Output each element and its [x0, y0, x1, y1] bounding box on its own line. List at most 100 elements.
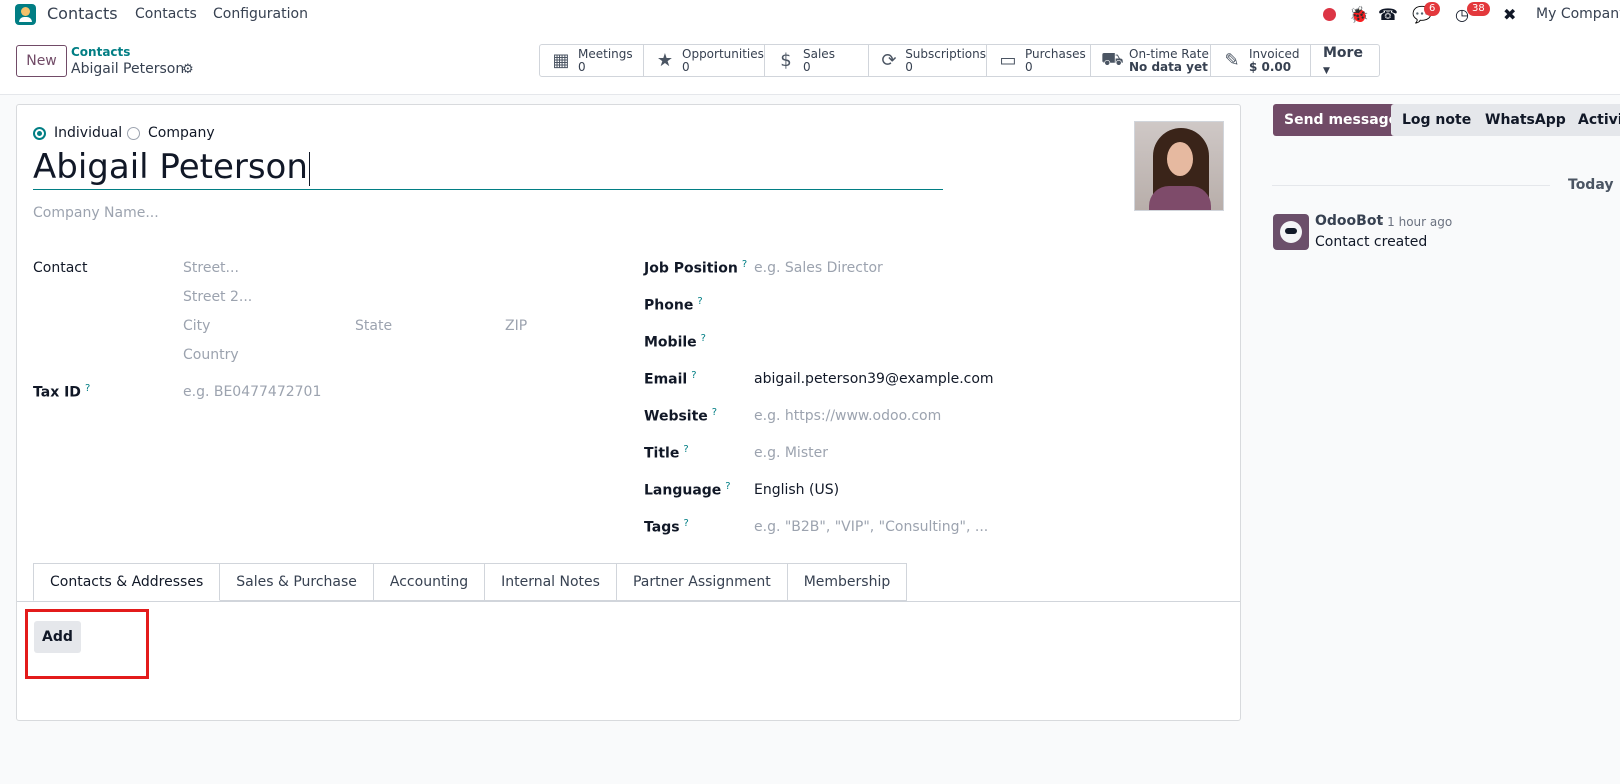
smart-value: 0 [578, 59, 586, 74]
contacts-app-icon[interactable] [15, 4, 36, 25]
form-sheet: Individual Company Abigail Peterson Comp… [16, 104, 1241, 721]
message-author[interactable]: OdooBot [1315, 213, 1383, 229]
help-icon[interactable]: ? [712, 407, 717, 418]
job-position-input[interactable]: e.g. Sales Director [754, 260, 883, 276]
dollar-icon: $ [780, 50, 792, 71]
contact-label: Contact [33, 260, 88, 276]
smart-button-purchases[interactable]: ▭ Purchases 0 [987, 45, 1091, 76]
radio-label: Company [148, 125, 215, 141]
city-input[interactable]: City [183, 318, 210, 334]
mobile-label: Mobile? [644, 333, 706, 351]
taxid-text: Tax ID [33, 384, 81, 401]
smart-button-opportunities[interactable]: ★ Opportunities 0 [644, 45, 765, 76]
smart-button-meetings[interactable]: ▦ Meetings 0 [540, 45, 644, 76]
control-panel: New Contacts Abigail Peterson ⚙ ▦ Meetin… [0, 29, 1620, 95]
tab-membership[interactable]: Membership [787, 563, 908, 601]
taxid-input[interactable]: e.g. BE0477472701 [183, 384, 321, 400]
help-icon[interactable]: ? [725, 481, 730, 492]
phone-text: Phone [644, 297, 694, 314]
refresh-icon: ⟳ [881, 50, 897, 71]
date-separator [1272, 185, 1550, 186]
text-caret [308, 151, 310, 186]
tab-divider [17, 601, 1240, 602]
mobile-text: Mobile [644, 334, 697, 351]
message-body: Contact created [1315, 234, 1428, 250]
smart-label: Subscriptions [905, 46, 986, 61]
help-icon[interactable]: ? [697, 296, 702, 307]
odoobot-avatar[interactable] [1273, 214, 1309, 250]
help-icon[interactable]: ? [683, 444, 688, 455]
caret-down-icon: ▼ [1323, 65, 1330, 76]
bug-icon[interactable]: 🐞 [1349, 5, 1369, 24]
notebook-tabs: Contacts & Addresses Sales & Purchase Ac… [33, 563, 908, 601]
country-input[interactable]: Country [183, 347, 239, 363]
smart-value: 0 [1025, 59, 1033, 74]
tags-input[interactable]: e.g. "B2B", "VIP", "Consulting", ... [754, 519, 988, 535]
taxid-label: Tax ID? [33, 383, 90, 401]
menu-configuration[interactable]: Configuration [213, 6, 308, 22]
zip-input[interactable]: ZIP [505, 318, 527, 334]
job-position-label: Job Position? [644, 259, 747, 277]
smart-button-sales[interactable]: $ Sales 0 [765, 45, 869, 76]
smart-value: 0 [682, 59, 690, 74]
tab-sales-purchase[interactable]: Sales & Purchase [220, 563, 374, 601]
language-select[interactable]: English (US) [754, 482, 839, 498]
credit-card-icon: ▭ [999, 50, 1017, 71]
email-label: Email? [644, 370, 697, 388]
smart-value: $ 0.00 [1249, 59, 1292, 74]
job-text: Job Position [644, 260, 738, 277]
chat-badge: 6 [1424, 2, 1441, 16]
company-name-input[interactable]: Company Name... [33, 205, 159, 221]
smart-button-subscriptions[interactable]: ⟳ Subscriptions 0 [869, 45, 987, 76]
smart-label: On-time Rate [1129, 46, 1209, 61]
log-note-button[interactable]: Log note [1391, 104, 1483, 136]
tab-accounting[interactable]: Accounting [373, 563, 486, 601]
smart-button-invoiced[interactable]: ✎ Invoiced $ 0.00 [1211, 45, 1311, 76]
recording-icon[interactable] [1323, 8, 1336, 21]
email-input[interactable]: abigail.peterson39@example.com [754, 371, 994, 387]
help-icon[interactable]: ? [701, 333, 706, 344]
pencil-square-icon: ✎ [1224, 50, 1240, 71]
star-icon: ★ [656, 50, 674, 71]
contact-avatar[interactable] [1134, 121, 1224, 211]
breadcrumb-parent[interactable]: Contacts [71, 45, 130, 59]
more-label: More [1323, 44, 1363, 61]
smart-label: Purchases [1025, 46, 1086, 61]
language-label: Language? [644, 481, 731, 499]
gear-icon[interactable]: ⚙ [182, 62, 194, 77]
app-name[interactable]: Contacts [47, 4, 118, 23]
contact-name-input[interactable]: Abigail Peterson [33, 145, 943, 190]
tab-contacts-addresses[interactable]: Contacts & Addresses [33, 563, 221, 601]
smart-value: 0 [905, 59, 913, 74]
smart-label: Invoiced [1249, 46, 1300, 61]
menu-contacts[interactable]: Contacts [135, 6, 197, 22]
help-icon[interactable]: ? [684, 518, 689, 529]
tab-partner-assignment[interactable]: Partner Assignment [616, 563, 788, 601]
smart-button-ontime-rate[interactable]: ⛟ On-time Rate No data yet [1091, 45, 1211, 76]
title-input[interactable]: e.g. Mister [754, 445, 828, 461]
tab-internal-notes[interactable]: Internal Notes [485, 563, 617, 601]
phone-icon[interactable]: ☎ [1378, 5, 1398, 24]
website-input[interactable]: e.g. https://www.odoo.com [754, 408, 941, 424]
radio-individual[interactable]: Individual [33, 125, 122, 141]
tools-icon[interactable]: ✖ [1503, 5, 1516, 24]
activities-button[interactable]: Activities [1567, 104, 1620, 136]
street2-input[interactable]: Street 2... [183, 289, 252, 305]
website-label: Website? [644, 407, 717, 425]
street-input[interactable]: Street... [183, 260, 239, 276]
calendar-icon: ▦ [552, 50, 570, 71]
whatsapp-button[interactable]: WhatsApp [1474, 104, 1577, 136]
smart-value: 0 [803, 59, 811, 74]
company-switcher[interactable]: My Company [1536, 6, 1620, 22]
title-text: Title [644, 445, 680, 462]
help-icon[interactable]: ? [85, 383, 90, 394]
contact-name-value: Abigail Peterson [33, 147, 308, 187]
more-dropdown[interactable]: More ▼ [1311, 45, 1379, 76]
send-message-button[interactable]: Send message [1273, 104, 1410, 136]
language-text: Language [644, 482, 722, 499]
state-input[interactable]: State [355, 318, 392, 334]
help-icon[interactable]: ? [691, 370, 696, 381]
new-button[interactable]: New [16, 45, 67, 77]
radio-company[interactable]: Company [127, 125, 215, 141]
help-icon[interactable]: ? [742, 259, 747, 270]
